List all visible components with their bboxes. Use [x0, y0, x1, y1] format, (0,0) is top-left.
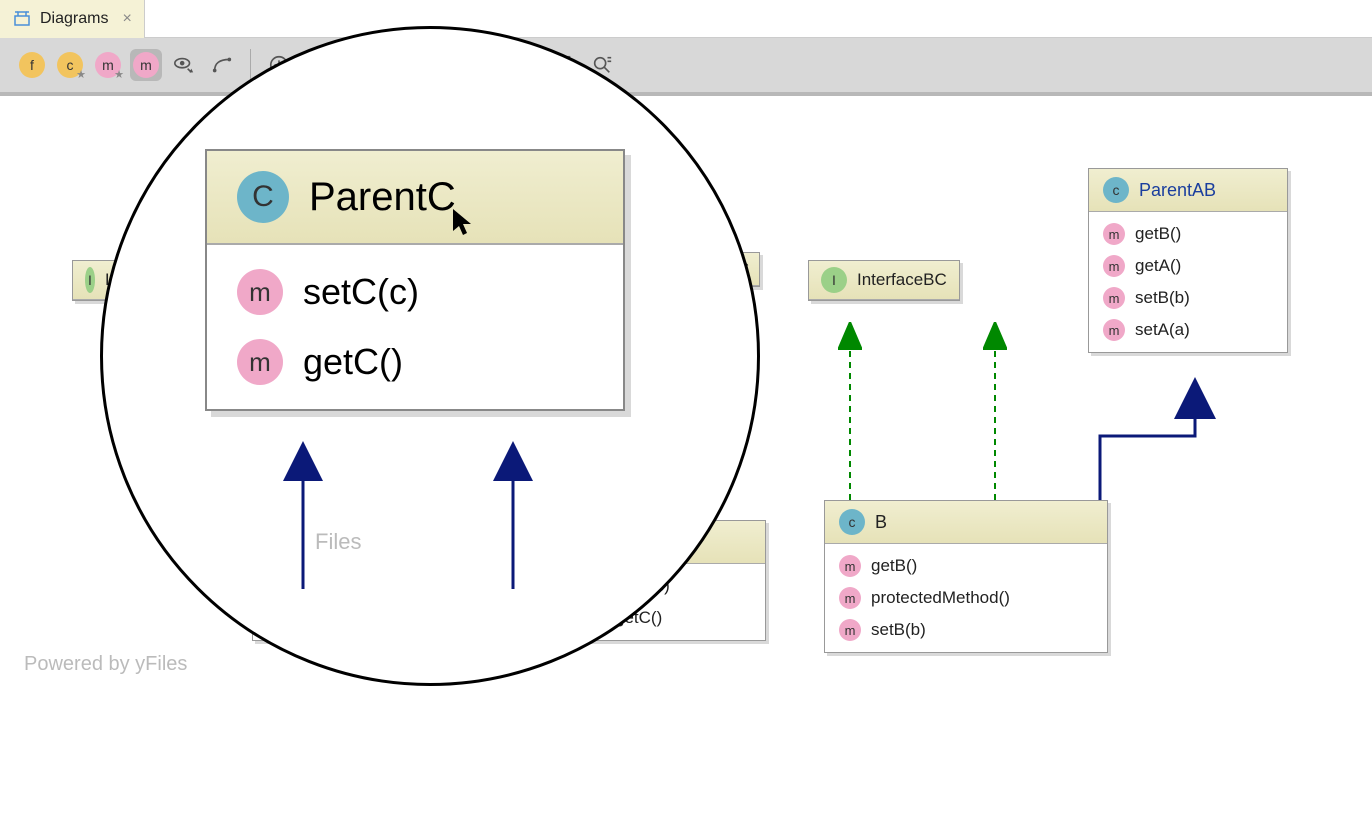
fields-icon: f	[19, 52, 45, 78]
method-icon: m	[1103, 223, 1125, 245]
class-icon: c	[1103, 177, 1129, 203]
uml-interface-bc[interactable]: I InterfaceBC	[808, 260, 960, 301]
class-name: ParentC	[309, 175, 456, 220]
footer-credit: Powered by yFiles	[24, 653, 187, 676]
fields-filter-button[interactable]: f	[16, 49, 48, 81]
tab-close-icon[interactable]: ×	[122, 10, 131, 28]
member-row[interactable]: mgetB()	[1089, 218, 1287, 250]
member-row[interactable]: mgetB()	[825, 550, 1107, 582]
members: msetC(c) mgetC()	[207, 245, 623, 409]
uml-class-b[interactable]: c B mgetB() mprotectedMethod() msetB(b)	[824, 500, 1108, 653]
member-row[interactable]: mgetC()	[207, 327, 623, 397]
members: mgetB() mprotectedMethod() msetB(b)	[825, 544, 1107, 652]
method-icon: m	[1103, 255, 1125, 277]
class-icon: c	[839, 509, 865, 535]
magnified-uml-parent-c[interactable]: C ParentC msetC(c) mgetC()	[205, 149, 625, 411]
member-row[interactable]: msetB(b)	[825, 614, 1107, 646]
diagram-canvas[interactable]: I In C I InterfaceBC c ParentAB mgetB() …	[0, 96, 1372, 728]
member-row[interactable]: mprotectedMethod()	[825, 582, 1107, 614]
method-icon: m	[839, 619, 861, 641]
constructors-filter-button[interactable]: c	[54, 49, 86, 81]
method-icon: m	[839, 587, 861, 609]
uml-parent-ab[interactable]: c ParentAB mgetB() mgetA() msetB(b) mset…	[1088, 168, 1288, 353]
class-name: B	[875, 512, 887, 533]
interface-icon: I	[821, 267, 847, 293]
constructor-icon: c	[57, 52, 83, 78]
member-row[interactable]: msetA(a)	[1089, 314, 1287, 346]
member-row[interactable]: msetC(c)	[207, 257, 623, 327]
class-name: InterfaceBC	[857, 270, 947, 290]
diagram-tab-icon	[12, 9, 32, 29]
method-icon: m	[237, 339, 283, 385]
magnifier-lens: C ParentC msetC(c) mgetC() Files	[100, 26, 760, 686]
members: mgetB() mgetA() msetB(b) msetA(a)	[1089, 212, 1287, 352]
method-icon: m	[1103, 319, 1125, 341]
interface-icon: I	[85, 267, 95, 293]
member-row[interactable]: msetB(b)	[1089, 282, 1287, 314]
tab-label: Diagrams	[40, 10, 108, 28]
method-icon: m	[1103, 287, 1125, 309]
member-row[interactable]: mgetA()	[1089, 250, 1287, 282]
class-icon: C	[237, 171, 289, 223]
method-icon: m	[237, 269, 283, 315]
class-name: ParentAB	[1139, 180, 1216, 201]
method-icon: m	[839, 555, 861, 577]
watermark-text: Files	[315, 529, 361, 555]
